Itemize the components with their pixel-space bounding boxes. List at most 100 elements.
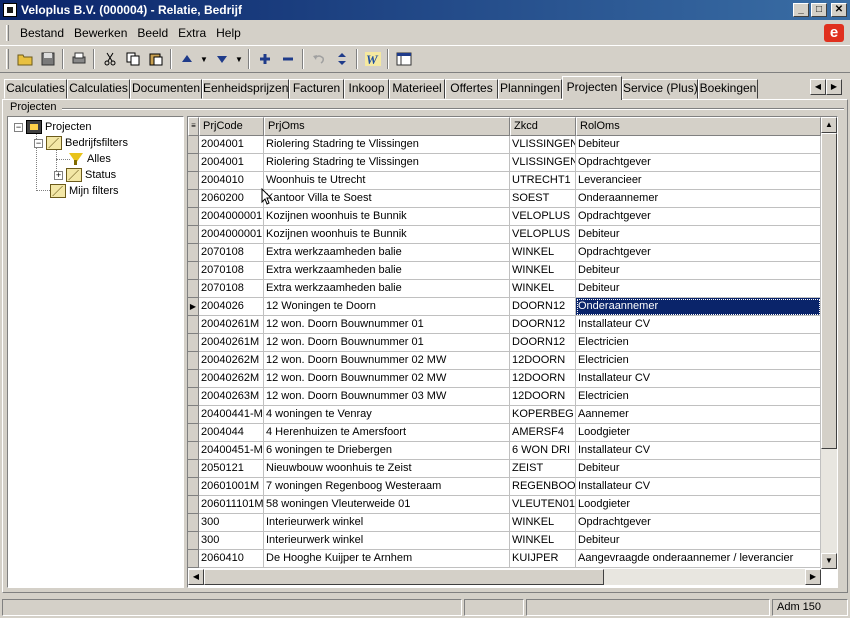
cell-zkcd[interactable]: REGENBOOG xyxy=(510,478,576,496)
tab-facturen[interactable]: Facturen xyxy=(289,79,344,99)
column-header-zkcd[interactable]: Zkcd xyxy=(510,117,576,136)
vertical-scrollbar[interactable]: ▲ ▼ xyxy=(821,117,837,569)
cell-prjcode[interactable]: 2060410 xyxy=(199,550,264,568)
cell-prjcode[interactable]: 20400451-M xyxy=(199,442,264,460)
cell-roloms[interactable]: Opdrachtgever xyxy=(576,244,821,262)
cell-prjcode[interactable]: 20040261M xyxy=(199,316,264,334)
copy-icon[interactable] xyxy=(121,48,144,70)
cell-prjcode[interactable]: 2004001 xyxy=(199,136,264,154)
save-icon[interactable] xyxy=(36,48,59,70)
table-row[interactable]: 2004000001 Kozijnen woonhuis te Bunnik VEL… xyxy=(188,208,821,226)
cell-prjoms[interactable]: 12 Woningen te Doorn xyxy=(264,298,510,316)
cell-zkcd[interactable]: VLEUTEN01 xyxy=(510,496,576,514)
row-indicator[interactable] xyxy=(188,388,199,406)
row-indicator[interactable] xyxy=(188,424,199,442)
row-indicator[interactable] xyxy=(188,406,199,424)
minus-icon[interactable] xyxy=(276,48,299,70)
cell-zkcd[interactable]: ZEIST xyxy=(510,460,576,478)
column-header-prjcode[interactable]: PrjCode xyxy=(199,117,264,136)
table-row[interactable]: 20040261M 12 won. Doorn Bouwnummer 01 DOOR… xyxy=(188,316,821,334)
cell-prjcode[interactable]: 2004000001 xyxy=(199,226,264,244)
paste-icon[interactable] xyxy=(144,48,167,70)
collapse-icon[interactable]: − xyxy=(14,122,23,132)
print-icon[interactable] xyxy=(67,48,90,70)
cell-prjoms[interactable]: Riolering Stadring te Vlissingen xyxy=(264,136,510,154)
cell-prjcode[interactable]: 20040263M xyxy=(199,388,264,406)
cell-prjoms[interactable]: Interieurwerk winkel xyxy=(264,514,510,532)
cell-roloms[interactable]: Debiteur xyxy=(576,226,821,244)
cell-prjoms[interactable]: 6 woningen te Driebergen xyxy=(264,442,510,460)
cell-prjoms[interactable]: Interieurwerk winkel xyxy=(264,532,510,550)
cell-prjoms[interactable]: Nieuwbouw woonhuis te Zeist xyxy=(264,460,510,478)
chevron-down-icon[interactable]: ▼ xyxy=(233,48,245,70)
tab-scroll-right-icon[interactable]: ▶ xyxy=(826,79,842,95)
cell-zkcd[interactable]: WINKEL xyxy=(510,532,576,550)
cell-roloms[interactable]: Installateur CV xyxy=(576,478,821,496)
cell-roloms[interactable]: Debiteur xyxy=(576,262,821,280)
cell-prjcode[interactable]: 20601001M xyxy=(199,478,264,496)
tree-node-mijn-filters[interactable]: Mijn filters xyxy=(50,183,119,199)
cell-prjoms[interactable]: Kozijnen woonhuis te Bunnik xyxy=(264,208,510,226)
tree-node-status[interactable]: + Status xyxy=(54,167,116,183)
cell-zkcd[interactable]: VLISSINGEN xyxy=(510,136,576,154)
table-row[interactable]: 2004000001 Kozijnen woonhuis te Bunnik VEL… xyxy=(188,226,821,244)
cell-prjoms[interactable]: Riolering Stadring te Vlissingen xyxy=(264,154,510,172)
refresh-icon[interactable] xyxy=(330,48,353,70)
cell-prjoms[interactable]: 12 won. Doorn Bouwnummer 02 MW xyxy=(264,352,510,370)
expand-icon[interactable]: + xyxy=(54,170,63,180)
tree-node-alles[interactable]: Alles xyxy=(68,151,111,167)
table-row[interactable]: 2060200 Kantoor Villa te Soest SOEST Ondera… xyxy=(188,190,821,208)
cell-prjcode[interactable]: 300 xyxy=(199,514,264,532)
table-row[interactable]: 2004044 4 Herenhuizen te Amersfoort AMERSF… xyxy=(188,424,821,442)
table-row[interactable]: 2070108 Extra werkzaamheden balie WINKEL De… xyxy=(188,262,821,280)
cell-prjoms[interactable]: 12 won. Doorn Bouwnummer 03 MW xyxy=(264,388,510,406)
tab-calculaties[interactable]: Calculaties xyxy=(4,79,67,99)
column-header-roloms[interactable]: RolOms xyxy=(576,117,821,136)
cell-prjcode[interactable]: 2004044 xyxy=(199,424,264,442)
cell-zkcd[interactable]: 12DOORN xyxy=(510,370,576,388)
cell-roloms[interactable]: Electricien xyxy=(576,352,821,370)
table-row[interactable]: 20601001M 7 woningen Regenboog Westeraam R… xyxy=(188,478,821,496)
cell-prjoms[interactable]: 4 woningen te Venray xyxy=(264,406,510,424)
cell-prjcode[interactable]: 20400441-M xyxy=(199,406,264,424)
chevron-down-icon[interactable]: ▼ xyxy=(198,48,210,70)
row-indicator[interactable] xyxy=(188,316,199,334)
row-indicator[interactable] xyxy=(188,280,199,298)
cell-prjoms[interactable]: 12 won. Doorn Bouwnummer 02 MW xyxy=(264,370,510,388)
cell-zkcd[interactable]: WINKEL xyxy=(510,514,576,532)
row-indicator[interactable] xyxy=(188,172,199,190)
cell-zkcd[interactable]: DOORN12 xyxy=(510,298,576,316)
row-indicator[interactable] xyxy=(188,226,199,244)
cell-zkcd[interactable]: 12DOORN xyxy=(510,388,576,406)
cell-prjoms[interactable]: 58 woningen Vleuterweide 01 xyxy=(264,496,510,514)
cell-roloms[interactable]: Installateur CV xyxy=(576,442,821,460)
table-row[interactable]: 2050121 Nieuwbouw woonhuis te Zeist ZEIST D… xyxy=(188,460,821,478)
table-row[interactable]: 20400451-M 6 woningen te Driebergen 6 WON … xyxy=(188,442,821,460)
cell-prjcode[interactable]: 20040262M xyxy=(199,352,264,370)
cell-prjoms[interactable]: Extra werkzaamheden balie xyxy=(264,244,510,262)
scroll-up-icon[interactable]: ▲ xyxy=(821,117,837,133)
table-row[interactable]: 20040261M 12 won. Doorn Bouwnummer 01 DOOR… xyxy=(188,334,821,352)
plus-icon[interactable] xyxy=(253,48,276,70)
w-icon[interactable]: W xyxy=(361,48,384,70)
tree-node-bedrijfsfilters[interactable]: − Bedrijfsfilters xyxy=(34,135,128,151)
column-chooser-icon[interactable]: ≡ xyxy=(188,117,199,136)
cell-prjcode[interactable]: 20040262M xyxy=(199,370,264,388)
menu-bewerken[interactable]: Bewerken xyxy=(69,24,132,42)
table-row[interactable]: 20040262M 12 won. Doorn Bouwnummer 02 MW 1… xyxy=(188,370,821,388)
table-row[interactable]: 20040263M 12 won. Doorn Bouwnummer 03 MW 1… xyxy=(188,388,821,406)
row-indicator[interactable] xyxy=(188,262,199,280)
cell-roloms[interactable]: Installateur CV xyxy=(576,370,821,388)
cell-roloms[interactable]: Onderaannemer xyxy=(576,190,821,208)
table-row[interactable]: ▶ 2004026 12 Woningen te Doorn DOORN12 Onder… xyxy=(188,298,821,316)
cell-prjcode[interactable]: 2004010 xyxy=(199,172,264,190)
cell-roloms[interactable]: Opdrachtgever xyxy=(576,208,821,226)
cell-roloms[interactable]: Aangevraagde onderaannemer / leverancier xyxy=(576,550,821,568)
cell-roloms[interactable]: Electricien xyxy=(576,334,821,352)
cell-zkcd[interactable]: SOEST xyxy=(510,190,576,208)
cell-prjoms[interactable]: 7 woningen Regenboog Westeraam xyxy=(264,478,510,496)
table-row[interactable]: 2004001 Riolering Stadring te Vlissingen V… xyxy=(188,154,821,172)
maximize-button[interactable]: □ xyxy=(811,3,827,17)
cell-zkcd[interactable]: WINKEL xyxy=(510,262,576,280)
tab-planningen[interactable]: Planningen xyxy=(498,79,562,99)
